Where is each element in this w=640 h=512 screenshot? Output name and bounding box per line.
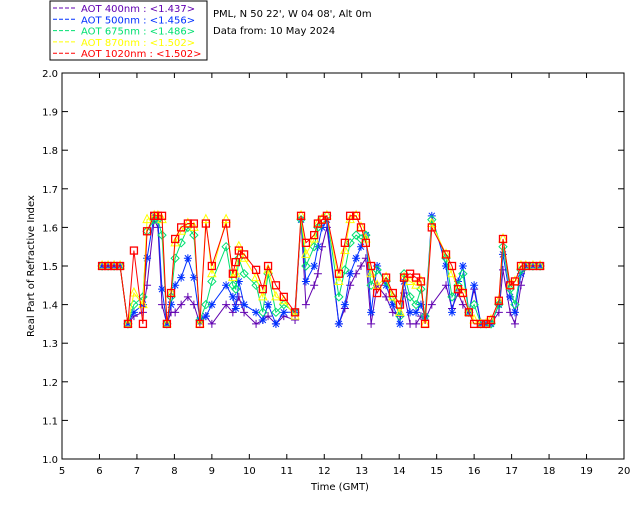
plus-marker <box>427 300 436 309</box>
x-axis-label: Time (GMT) <box>310 482 369 493</box>
x-tick-label: 5 <box>59 466 65 477</box>
x-tick-label: 20 <box>618 466 631 477</box>
asterisk-marker <box>448 308 457 317</box>
plus-marker <box>171 308 180 317</box>
plus-marker <box>207 319 216 328</box>
asterisk-marker <box>258 316 267 325</box>
plus-marker <box>301 300 310 309</box>
asterisk-marker <box>240 300 249 309</box>
y-tick-label: 1.5 <box>42 262 58 273</box>
plus-marker <box>310 281 319 290</box>
x-tick-label: 10 <box>243 466 256 477</box>
y-tick-label: 1.3 <box>42 339 58 350</box>
y-tick-label: 2.0 <box>42 69 58 80</box>
y-tick-label: 1.1 <box>42 416 58 427</box>
x-tick-label: 15 <box>430 466 443 477</box>
asterisk-marker <box>340 300 349 309</box>
refractive-index-chart: AOT 400nm : <1.437>AOT 500nm : <1.456>AO… <box>26 0 631 493</box>
plus-marker <box>313 269 322 278</box>
x-tick-label: 16 <box>468 466 481 477</box>
asterisk-marker <box>458 262 467 270</box>
asterisk-marker <box>228 292 237 301</box>
asterisk-marker <box>412 308 421 317</box>
y-axis-label: Real Part of Refractive Index <box>26 195 37 337</box>
asterisk-marker <box>143 254 152 263</box>
y-tick-label: 1.4 <box>42 301 58 312</box>
plus-marker <box>412 319 421 328</box>
x-tick-label: 19 <box>580 466 593 477</box>
asterisk-marker <box>231 304 240 313</box>
site-label: PML, N 50 22', W 04 08', Alt 0m <box>213 9 372 20</box>
asterisk-marker <box>207 300 216 309</box>
x-tick-label: 13 <box>355 466 368 477</box>
y-tick-label: 1.7 <box>42 185 58 196</box>
plus-marker <box>510 319 519 328</box>
asterisk-marker <box>167 300 176 309</box>
legend-label: AOT 500nm : <1.456> <box>81 15 195 26</box>
asterisk-marker <box>367 308 376 317</box>
asterisk-marker <box>470 281 479 290</box>
x-tick-label: 11 <box>280 466 293 477</box>
asterisk-marker <box>271 319 280 328</box>
plus-marker <box>367 319 376 328</box>
plus-marker <box>189 300 198 309</box>
series-group <box>97 209 545 329</box>
asterisk-marker <box>177 273 186 282</box>
x-tick-label: 7 <box>134 466 140 477</box>
y-tick-label: 1.6 <box>42 223 58 234</box>
y-tick-label: 1.8 <box>42 146 58 157</box>
legend-label: AOT 870nm : <1.502> <box>81 38 195 49</box>
asterisk-marker <box>279 308 288 317</box>
y-tick-label: 1.9 <box>42 108 58 119</box>
y-tick-label: 1.2 <box>42 378 58 389</box>
legend-label: AOT 675nm : <1.486> <box>81 27 195 38</box>
x-tick-label: 17 <box>505 466 518 477</box>
y-tick-label: 1.0 <box>42 455 58 466</box>
asterisk-marker <box>183 254 192 263</box>
asterisk-marker <box>510 308 519 317</box>
asterisk-marker <box>301 277 310 286</box>
x-tick-label: 8 <box>171 466 177 477</box>
asterisk-marker <box>395 319 404 328</box>
asterisk-marker <box>310 262 319 270</box>
asterisk-marker <box>264 300 273 309</box>
legend-label: AOT 1020nm : <1.502> <box>81 49 201 60</box>
x-tick-label: 12 <box>318 466 331 477</box>
plus-marker <box>356 262 365 270</box>
x-tick-label: 6 <box>96 466 102 477</box>
legend-label: AOT 400nm : <1.437> <box>81 4 195 15</box>
asterisk-marker <box>334 319 343 328</box>
x-tick-label: 14 <box>393 466 406 477</box>
date-label: Data from: 10 May 2024 <box>213 26 335 37</box>
asterisk-marker <box>352 254 361 263</box>
series-1 <box>98 211 545 328</box>
x-tick-label: 9 <box>209 466 215 477</box>
x-tick-label: 18 <box>543 466 556 477</box>
